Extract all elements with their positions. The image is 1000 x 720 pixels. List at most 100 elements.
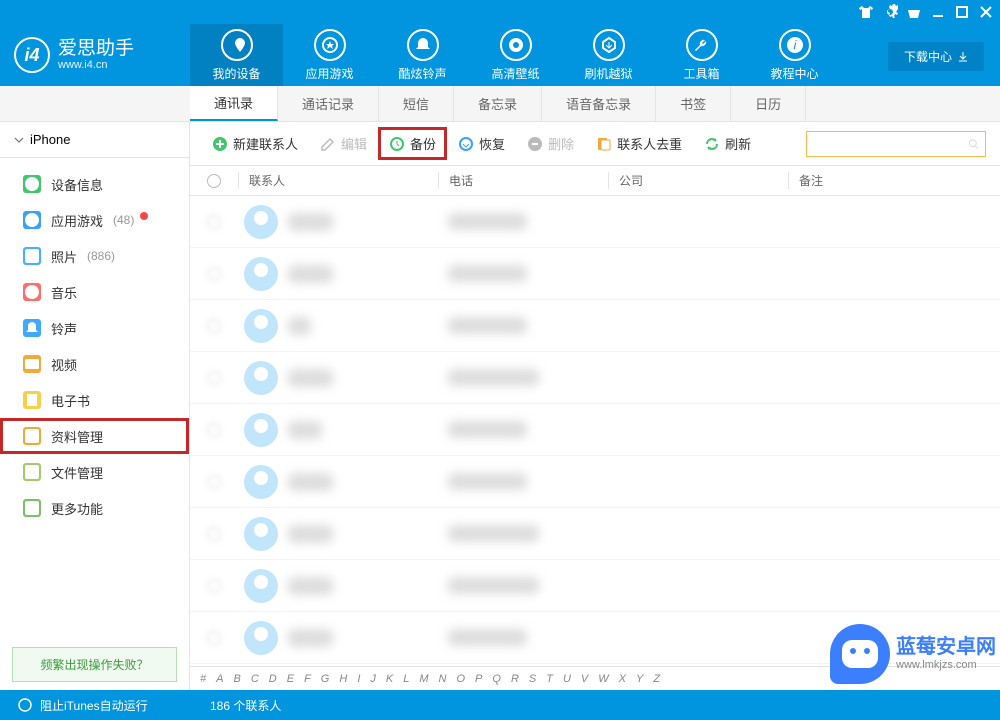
download-center-button[interactable]: 下载中心: [888, 42, 984, 71]
alpha-letter[interactable]: Y: [636, 673, 643, 685]
table-row[interactable]: █████████: [190, 300, 1000, 352]
alpha-letter[interactable]: X: [619, 673, 626, 685]
row-checkbox[interactable]: [207, 423, 221, 437]
close-icon[interactable]: [978, 4, 994, 20]
tab-sms[interactable]: 短信: [379, 86, 454, 121]
dedupe-button[interactable]: 联系人去重: [588, 130, 690, 157]
skin-icon[interactable]: [906, 4, 922, 20]
alpha-letter[interactable]: U: [563, 673, 571, 685]
alpha-letter[interactable]: Z: [653, 673, 660, 685]
table-row[interactable]: ████████████: [190, 560, 1000, 612]
music-icon: [23, 283, 41, 301]
alpha-letter[interactable]: Q: [492, 673, 501, 685]
row-checkbox[interactable]: [207, 267, 221, 281]
alpha-letter[interactable]: C: [251, 673, 259, 685]
row-checkbox[interactable]: [207, 579, 221, 593]
alpha-letter[interactable]: N: [439, 673, 447, 685]
table-row[interactable]: ██████████: [190, 404, 1000, 456]
table-row[interactable]: ████████████: [190, 352, 1000, 404]
alpha-letter[interactable]: P: [475, 673, 482, 685]
tab-bookmarks[interactable]: 书签: [656, 86, 731, 121]
alpha-letter[interactable]: K: [386, 673, 393, 685]
refresh-icon: [704, 136, 720, 152]
alpha-letter[interactable]: E: [287, 673, 294, 685]
row-checkbox[interactable]: [207, 631, 221, 645]
sidebar-item-label: 更多功能: [51, 499, 103, 518]
nav-flash[interactable]: 刷机越狱: [562, 24, 655, 86]
help-link[interactable]: 频繁出现操作失败？: [12, 647, 177, 682]
row-checkbox[interactable]: [207, 215, 221, 229]
row-checkbox[interactable]: [207, 527, 221, 541]
search-input[interactable]: [813, 137, 968, 151]
col-company[interactable]: 公司: [608, 172, 788, 189]
nav-ringtones[interactable]: 酷炫铃声: [376, 24, 469, 86]
tab-memo[interactable]: 备忘录: [454, 86, 542, 121]
row-checkbox[interactable]: [207, 319, 221, 333]
sidebar-item-data[interactable]: 资料管理: [0, 418, 189, 454]
sidebar-item-photos[interactable]: 照片(886): [0, 238, 189, 274]
table-row[interactable]: ███████████: [190, 248, 1000, 300]
sidebar-item-info[interactable]: i设备信息: [0, 166, 189, 202]
main-nav: 我的设备应用游戏酷炫铃声高清壁纸刷机越狱工具箱i教程中心: [190, 24, 1000, 86]
itunes-toggle-icon[interactable]: [18, 698, 32, 712]
tab-voice[interactable]: 语音备忘录: [542, 86, 656, 121]
gear-icon[interactable]: [882, 4, 898, 20]
sidebar-item-music[interactable]: 音乐: [0, 274, 189, 310]
device-selector[interactable]: iPhone: [0, 122, 189, 158]
contact-phone: ███████: [448, 473, 527, 490]
alpha-letter[interactable]: O: [456, 673, 465, 685]
table-row[interactable]: ███████████: [190, 196, 1000, 248]
alpha-letter[interactable]: M: [419, 673, 428, 685]
alpha-letter[interactable]: D: [269, 673, 277, 685]
sidebar-item-files[interactable]: 文件管理: [0, 454, 189, 490]
nav-wallpapers[interactable]: 高清壁纸: [469, 24, 562, 86]
row-checkbox[interactable]: [207, 371, 221, 385]
alpha-letter[interactable]: B: [233, 673, 240, 685]
nav-tutorials[interactable]: i教程中心: [748, 24, 841, 86]
nav-apps[interactable]: 应用游戏: [283, 24, 376, 86]
alpha-letter[interactable]: #: [200, 673, 206, 685]
alpha-letter[interactable]: W: [598, 673, 608, 685]
col-contact[interactable]: 联系人: [238, 172, 438, 189]
alpha-letter[interactable]: R: [511, 673, 519, 685]
logo: i4 爱思助手 www.i4.cn: [0, 24, 190, 86]
alpha-letter[interactable]: V: [581, 673, 588, 685]
sidebar-item-apps[interactable]: 应用游戏(48): [0, 202, 189, 238]
restore-icon: [458, 136, 474, 152]
watermark-en: www.lmkjzs.com: [896, 659, 996, 672]
sidebar-item-more[interactable]: 更多功能: [0, 490, 189, 526]
tshirt-icon[interactable]: [858, 4, 874, 20]
tab-contacts[interactable]: 通讯录: [190, 86, 278, 121]
table-row[interactable]: ████████████: [190, 508, 1000, 560]
row-checkbox[interactable]: [207, 475, 221, 489]
tab-calls[interactable]: 通话记录: [278, 86, 379, 121]
alpha-letter[interactable]: S: [529, 673, 536, 685]
new-button[interactable]: 新建联系人: [204, 130, 306, 157]
nav-toolbox[interactable]: 工具箱: [655, 24, 748, 86]
minimize-icon[interactable]: [930, 4, 946, 20]
sidebar-item-video[interactable]: 视频: [0, 346, 189, 382]
alpha-letter[interactable]: H: [339, 673, 347, 685]
maximize-icon[interactable]: [954, 4, 970, 20]
alpha-letter[interactable]: T: [546, 673, 553, 685]
refresh-button[interactable]: 刷新: [696, 130, 759, 157]
restore-button[interactable]: 恢复: [450, 130, 513, 157]
alpha-letter[interactable]: J: [370, 673, 376, 685]
select-all-checkbox[interactable]: [207, 174, 221, 188]
sidebar-item-ring[interactable]: 铃声: [0, 310, 189, 346]
alpha-letter[interactable]: I: [357, 673, 360, 685]
alpha-letter[interactable]: G: [321, 673, 330, 685]
col-phone[interactable]: 电话: [438, 172, 608, 189]
nav-device[interactable]: 我的设备: [190, 24, 283, 86]
alpha-letter[interactable]: F: [304, 673, 311, 685]
backup-button[interactable]: 备份: [381, 130, 444, 157]
col-notes[interactable]: 备注: [788, 172, 1000, 189]
table-row[interactable]: ███████████: [190, 456, 1000, 508]
search-icon[interactable]: [968, 136, 979, 152]
search-box[interactable]: [806, 131, 986, 157]
alpha-letter[interactable]: L: [403, 673, 409, 685]
sidebar-item-ebook[interactable]: 电子书: [0, 382, 189, 418]
itunes-toggle-label[interactable]: 阻止iTunes自动运行: [40, 697, 148, 714]
tab-calendar[interactable]: 日历: [731, 86, 806, 121]
alpha-letter[interactable]: A: [216, 673, 223, 685]
